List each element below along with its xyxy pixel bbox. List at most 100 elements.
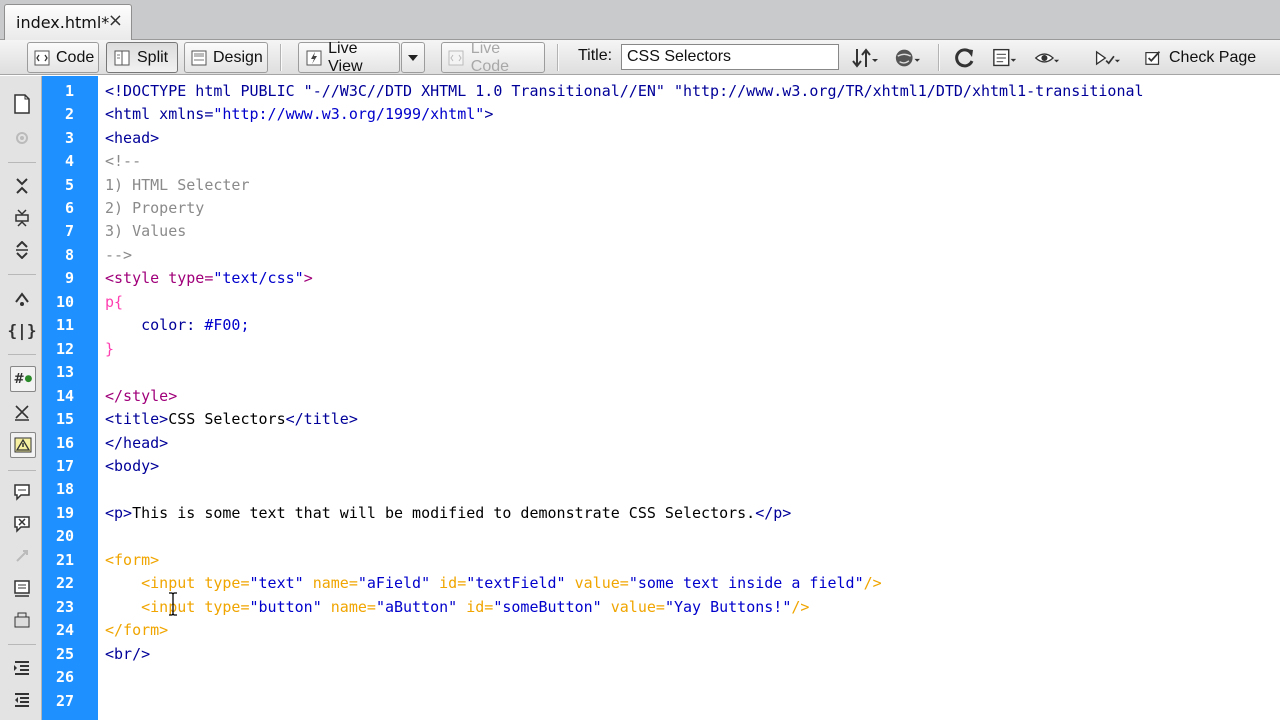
design-view-icon xyxy=(191,49,207,67)
recent-snippets-icon[interactable] xyxy=(10,576,34,600)
code-line-4: <!-- xyxy=(105,152,142,170)
toolbar-separator xyxy=(8,354,36,355)
code-view-icon xyxy=(34,49,50,67)
tab-label: index.html* xyxy=(16,13,110,32)
text-cursor-icon xyxy=(169,592,177,616)
select-parent-tag-icon[interactable] xyxy=(10,286,34,310)
line-number: 26 xyxy=(55,668,74,686)
code-line-22: <input type="text" name="aField" id="tex… xyxy=(105,574,882,592)
design-view-button[interactable]: Design xyxy=(184,42,268,73)
validate-markup-icon[interactable] xyxy=(1094,45,1120,71)
open-documents-icon[interactable] xyxy=(10,92,34,116)
lightning-icon xyxy=(305,49,322,67)
live-code-label: Live Code xyxy=(470,39,510,75)
apply-comment-icon[interactable] xyxy=(10,480,34,504)
line-number: 22 xyxy=(55,574,74,592)
line-number: 24 xyxy=(55,621,74,639)
syntax-error-alerts-icon[interactable] xyxy=(10,432,36,458)
live-view-dropdown[interactable] xyxy=(401,42,425,73)
line-number: 3 xyxy=(64,129,74,147)
code-line-14: </style> xyxy=(105,387,178,405)
move-css-icon[interactable] xyxy=(10,608,34,632)
line-number: 4 xyxy=(64,152,74,170)
code-editor[interactable] xyxy=(98,76,1280,720)
line-number: 16 xyxy=(55,434,74,452)
live-view-label: Live View xyxy=(328,39,363,75)
toolbar-separator xyxy=(8,162,36,163)
line-number: 7 xyxy=(64,222,74,240)
show-code-navigator-icon[interactable] xyxy=(10,126,34,150)
line-number: 14 xyxy=(55,387,74,405)
code-line-11: color: #F00; xyxy=(105,316,250,334)
line-number: 19 xyxy=(55,504,74,522)
document-tab[interactable]: index.html* × xyxy=(4,4,132,40)
live-code-icon xyxy=(448,49,465,67)
check-page-label: Check Page xyxy=(1169,48,1257,66)
code-line-9: <style type="text/css"> xyxy=(105,269,313,287)
line-number: 8 xyxy=(64,246,74,264)
visual-aids-icon[interactable] xyxy=(1034,45,1060,71)
live-view-button[interactable]: Live View xyxy=(298,39,400,75)
line-number: 23 xyxy=(55,598,74,616)
file-management-icon[interactable] xyxy=(852,45,878,71)
highlight-invalid-code-icon[interactable] xyxy=(10,400,34,424)
toolbar-separator xyxy=(8,470,36,471)
line-number: 20 xyxy=(55,527,74,545)
code-view-label: Code xyxy=(56,48,95,66)
title-input[interactable] xyxy=(621,44,839,70)
code-line-17: <body> xyxy=(105,457,160,475)
outdent-code-icon[interactable] xyxy=(10,688,34,712)
code-line-19: <p>This is some text that will be modifi… xyxy=(105,504,792,522)
code-line-6: 2) Property xyxy=(105,199,205,217)
line-number: 21 xyxy=(55,551,74,569)
chevron-down-icon xyxy=(404,49,422,67)
close-icon[interactable]: × xyxy=(108,12,123,30)
split-view-button[interactable]: Split xyxy=(106,42,178,73)
line-number: 1 xyxy=(64,82,74,100)
code-line-23: <input type="button" name="aButton" id="… xyxy=(105,598,810,616)
coding-toolbar: {|} # ● xyxy=(0,76,42,720)
line-number: 18 xyxy=(55,480,74,498)
code-line-24: </form> xyxy=(105,621,169,639)
code-line-25: <br/> xyxy=(105,645,151,663)
wrap-tag-icon[interactable] xyxy=(10,544,34,568)
toolbar-separator xyxy=(280,44,282,71)
toolbar-separator xyxy=(8,274,36,275)
line-number: 13 xyxy=(55,363,74,381)
balance-braces-icon[interactable]: {|} xyxy=(8,318,37,342)
split-view-label: Split xyxy=(137,48,169,66)
line-number: 6 xyxy=(64,199,74,217)
indent-code-icon[interactable] xyxy=(10,656,34,680)
toolbar-separator xyxy=(557,44,559,71)
code-line-3: <head> xyxy=(105,129,160,147)
check-page-icon xyxy=(1145,49,1163,67)
code-line-8: --> xyxy=(105,246,133,264)
expand-all-icon[interactable] xyxy=(10,238,34,262)
line-numbers-icon[interactable]: # ● xyxy=(10,366,36,392)
refresh-icon[interactable] xyxy=(952,45,978,71)
live-code-button[interactable]: Live Code xyxy=(441,39,545,75)
view-options-icon[interactable] xyxy=(992,45,1018,71)
code-view-button[interactable]: Code xyxy=(27,42,99,73)
split-view-icon xyxy=(113,49,131,67)
design-view-label: Design xyxy=(213,48,263,66)
document-tab-bar: index.html* × xyxy=(0,0,1280,40)
remove-comment-icon[interactable] xyxy=(10,512,34,536)
code-line-21: <form> xyxy=(105,551,160,569)
collapse-selection-icon[interactable] xyxy=(10,206,34,230)
code-line-16: </head> xyxy=(105,434,169,452)
check-page-button[interactable]: Check Page xyxy=(1138,42,1266,73)
code-line-15: <title>CSS Selectors</title> xyxy=(105,410,358,428)
line-number: 12 xyxy=(55,340,74,358)
line-number: 15 xyxy=(55,410,74,428)
code-line-10: p{ xyxy=(105,293,124,311)
line-number: 25 xyxy=(55,645,74,663)
line-number: 27 xyxy=(55,692,74,710)
collapse-tag-icon[interactable] xyxy=(10,174,34,198)
code-line-5: 1) HTML Selecter xyxy=(105,176,250,194)
toolbar-separator xyxy=(938,44,940,71)
line-number: 5 xyxy=(64,176,74,194)
line-number: 11 xyxy=(55,316,74,334)
title-label: Title: xyxy=(578,47,613,64)
preview-browser-icon[interactable] xyxy=(894,45,920,71)
